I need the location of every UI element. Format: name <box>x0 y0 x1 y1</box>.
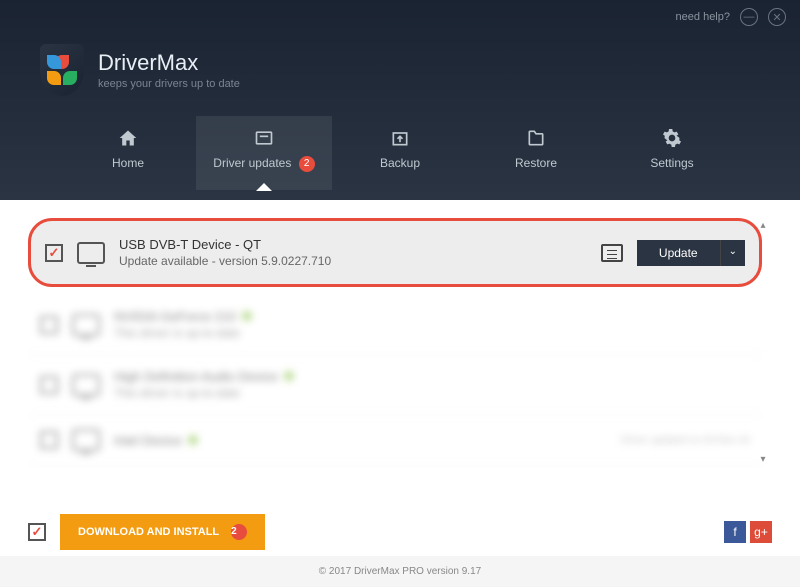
driver-name: Intel Device <box>114 433 607 448</box>
download-install-button[interactable]: DOWNLOAD AND INSTALL 2 <box>60 514 265 550</box>
footer-copyright: © 2017 DriverMax PRO version 9.17 <box>0 556 800 587</box>
driver-row[interactable]: High Definition Audio Device This driver… <box>28 355 762 415</box>
status-dot-icon <box>242 311 252 321</box>
windows-icon <box>72 429 100 451</box>
app-logo-icon <box>40 44 84 96</box>
nav-restore[interactable]: Restore <box>468 116 604 190</box>
nav-driver-updates[interactable]: Driver updates 2 <box>196 116 332 190</box>
help-link[interactable]: need help? <box>676 11 730 23</box>
scroll-up-icon[interactable]: ▴ <box>756 220 770 234</box>
logo-area: DriverMax keeps your drivers up to date <box>0 34 800 116</box>
driver-checkbox[interactable] <box>40 376 58 394</box>
driver-checkbox[interactable] <box>40 431 58 449</box>
google-plus-icon[interactable]: g+ <box>750 521 772 543</box>
restore-icon <box>525 128 547 148</box>
driver-list[interactable]: USB DVB-T Device - QT Update available -… <box>28 218 772 468</box>
driver-checkbox[interactable] <box>45 244 63 262</box>
facebook-icon[interactable]: f <box>724 521 746 543</box>
app-title: DriverMax <box>98 50 240 76</box>
scroll-down-icon[interactable]: ▾ <box>756 454 770 468</box>
updates-icon <box>253 128 275 148</box>
app-tagline: keeps your drivers up to date <box>98 78 240 90</box>
update-dropdown[interactable]: ⌄ <box>720 240 745 266</box>
close-button[interactable]: ✕ <box>768 8 786 26</box>
status-dot-icon <box>188 435 198 445</box>
update-button[interactable]: Update <box>637 240 720 266</box>
status-dot-icon <box>284 371 294 381</box>
driver-name: NVIDIA GeForce 210 <box>114 309 750 324</box>
backup-icon <box>389 128 411 148</box>
download-badge: 2 <box>231 524 247 540</box>
driver-row[interactable]: Intel(R) 82801 PCI Bridge - 244E Driver … <box>28 466 762 468</box>
home-icon <box>117 128 139 148</box>
driver-status: This driver is up-to-date <box>114 326 750 340</box>
driver-name: USB DVB-T Device - QT <box>119 237 587 252</box>
gear-icon <box>661 128 683 148</box>
driver-row[interactable]: Intel Device Driver updated on 03-Nov-16 <box>28 415 762 466</box>
monitor-icon <box>72 314 100 336</box>
driver-row-highlighted[interactable]: USB DVB-T Device - QT Update available -… <box>28 218 762 287</box>
nav-home[interactable]: Home <box>60 116 196 190</box>
driver-name: High Definition Audio Device <box>114 369 750 384</box>
monitor-icon <box>72 374 100 396</box>
driver-row[interactable]: NVIDIA GeForce 210 This driver is up-to-… <box>28 295 762 355</box>
nav-settings[interactable]: Settings <box>604 116 740 190</box>
driver-status: This driver is up-to-date <box>114 386 750 400</box>
driver-status: Update available - version 5.9.0227.710 <box>119 254 587 268</box>
driver-checkbox[interactable] <box>40 316 58 334</box>
minimize-button[interactable]: — <box>740 8 758 26</box>
updates-badge: 2 <box>299 156 315 172</box>
nav-backup[interactable]: Backup <box>332 116 468 190</box>
driver-updated-date: Driver updated on 03-Nov-16 <box>621 435 750 446</box>
monitor-icon <box>77 242 105 264</box>
details-icon[interactable] <box>601 244 623 262</box>
select-all-checkbox[interactable] <box>28 523 46 541</box>
